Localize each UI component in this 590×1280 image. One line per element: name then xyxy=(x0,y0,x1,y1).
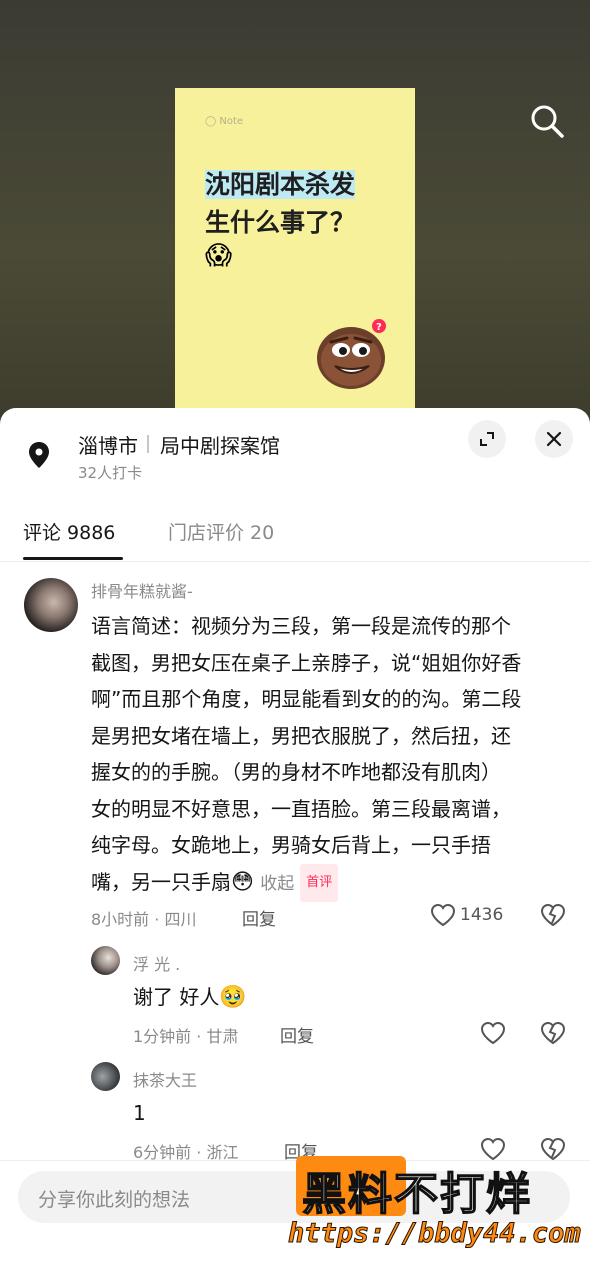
location-shop[interactable]: 局中剧探案馆 xyxy=(160,430,280,459)
location-divider xyxy=(147,435,149,453)
reply-button[interactable]: 回复 xyxy=(280,1022,314,1047)
comment-line: 啊”而且那个角度，明显能看到女的的沟。第二段 xyxy=(91,687,522,711)
close-button[interactable] xyxy=(535,420,573,458)
dislike-heart-icon[interactable] xyxy=(540,1021,566,1045)
comment-input-placeholder: 分享你此刻的想法 xyxy=(38,1189,191,1211)
location-city[interactable]: 淄博市 xyxy=(78,430,138,459)
comment-line-last: 嘴，另一只手扇😳 收起 首评 xyxy=(91,863,571,902)
note-label: ◯ Note xyxy=(205,116,244,127)
dislike-heart-icon[interactable] xyxy=(540,1137,566,1161)
search-icon[interactable] xyxy=(528,102,566,140)
note-title: 沈阳剧本杀发 生什么事了？ xyxy=(205,166,395,242)
avatar[interactable] xyxy=(91,946,120,975)
mascot-icon: ? xyxy=(317,319,386,389)
like-count: 1436 xyxy=(460,905,504,925)
reply-meta: 1分钟前 · 甘肃 xyxy=(133,1027,239,1046)
note-title-rest: 生什么事了？ xyxy=(205,208,356,237)
comment-line: 纯字母。女跪地上，男骑女后背上，一只手捂 xyxy=(91,833,491,857)
tab-store-reviews[interactable]: 门店评价 20 xyxy=(168,518,274,545)
avatar[interactable] xyxy=(91,1062,120,1091)
avatar[interactable] xyxy=(24,578,78,632)
expand-icon xyxy=(480,432,494,446)
reply-username[interactable]: 抹茶大王 xyxy=(133,1067,197,1091)
watermark-text: 黑料不打烊 xyxy=(301,1168,532,1221)
comment-text: 语言简述：视频分为三段，第一段是流传的那个 截图，男把女压在桌子上亲脖子，说“姐… xyxy=(91,608,571,902)
dislike-heart-icon[interactable] xyxy=(540,903,566,927)
pleading-emoji: 🥹 xyxy=(219,985,247,1010)
comment-line: 是男把女堵在墙上，男把衣服脱了，然后扭，还 xyxy=(91,723,511,748)
scream-emoji: 😱 xyxy=(205,241,233,271)
comment-line: 握女的的手腕。（男的身材不咋地都没有肌肉） xyxy=(91,760,501,784)
reply-text: 谢了 好人🥹 xyxy=(133,985,247,1010)
expand-button[interactable] xyxy=(468,420,506,458)
reply-button[interactable]: 回复 xyxy=(242,905,276,930)
comment-meta: 8小时前 · 四川 xyxy=(91,910,197,929)
comment-line: 语言简述：视频分为三段，第一段是流传的那个 xyxy=(91,614,511,638)
tab-comments[interactable]: 评论 9886 xyxy=(23,518,115,545)
heart-icon xyxy=(430,903,456,927)
location-pin-icon xyxy=(29,442,49,468)
close-icon xyxy=(546,431,562,447)
like-button[interactable]: 1436 xyxy=(430,903,503,927)
comment-line: 截图，男把女压在桌子上亲脖子，说“姐姐你好香 xyxy=(91,650,522,675)
comment-username[interactable]: 排骨年糕就酱- xyxy=(91,578,193,602)
video-background[interactable]: ◯ Note 沈阳剧本杀发 生什么事了？ 😱 ? xyxy=(0,0,590,420)
watermark-url: https://bbdy44.com xyxy=(288,1218,582,1250)
reply-text: 1 xyxy=(133,1101,146,1125)
comment-tabs: 评论 9886 门店评价 20 xyxy=(0,508,590,562)
note-card: ◯ Note 沈阳剧本杀发 生什么事了？ 😱 ? xyxy=(175,88,415,420)
note-title-highlight: 沈阳剧本杀发 xyxy=(205,170,356,199)
first-comment-badge: 首评 xyxy=(300,863,339,902)
collapse-link[interactable]: 收起 xyxy=(260,874,294,894)
checkin-count: 32人打卡 xyxy=(78,464,143,482)
reply-username[interactable]: 浮 光 . xyxy=(133,951,180,975)
comment-line: 女的明显不好意思，一直捂脸。第三段最离谱， xyxy=(91,796,511,821)
active-tab-indicator xyxy=(23,557,123,560)
flushed-emoji: 😳 xyxy=(231,869,254,895)
heart-icon[interactable] xyxy=(480,1021,506,1045)
svg-text:?: ? xyxy=(376,322,382,333)
comment-sheet: 淄博市 局中剧探案馆 32人打卡 评论 9886 门店评价 20 排骨年糕就酱-… xyxy=(0,408,590,1280)
